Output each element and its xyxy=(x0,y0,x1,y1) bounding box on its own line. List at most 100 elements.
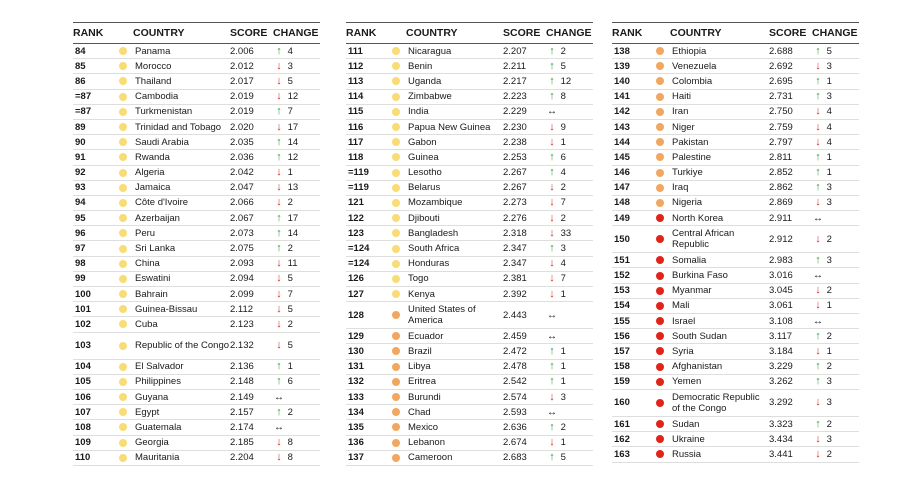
peace-level-dot-icon xyxy=(119,107,127,116)
peace-level-dot-icon xyxy=(119,423,127,432)
country-cell: Egypt xyxy=(133,404,230,421)
level-cell xyxy=(113,301,133,318)
level-cell xyxy=(113,240,133,257)
table-row: 84 Panama 2.006 ↑ 4 xyxy=(73,43,320,60)
country-cell: Honduras xyxy=(406,256,503,272)
arrow-up-icon: ↑ xyxy=(815,329,821,342)
change-value: 12 xyxy=(287,91,299,103)
rank-cell: 108 xyxy=(73,419,113,436)
rank-cell: 128 xyxy=(346,301,386,330)
level-cell xyxy=(650,446,670,463)
rank-cell: 144 xyxy=(612,134,650,151)
level-cell xyxy=(113,149,133,166)
change-value: 3 xyxy=(826,397,832,409)
table-row: 139 Venezuela 2.692 ↓ 3 xyxy=(612,58,859,75)
score-cell: 2.017 xyxy=(230,73,273,90)
rank-cell: 112 xyxy=(346,58,386,75)
peace-level-dot-icon xyxy=(656,214,664,223)
peace-level-dot-icon xyxy=(392,77,400,86)
table-row: 144 Pakistan 2.797 ↓ 4 xyxy=(612,134,859,151)
change-value: 3 xyxy=(826,182,832,194)
change-value: 4 xyxy=(560,167,566,179)
rank-cell: 137 xyxy=(346,450,386,466)
change-cell: ↑ 3 xyxy=(812,374,859,390)
peace-level-dot-icon xyxy=(656,256,664,265)
rank-cell: 84 xyxy=(73,43,113,60)
change-cell: ↓ 2 xyxy=(546,210,593,227)
rank-cell: 122 xyxy=(346,210,386,227)
change-value: 5 xyxy=(560,452,566,464)
peace-level-dot-icon xyxy=(656,92,664,101)
score-cell: 2.012 xyxy=(230,58,273,75)
level-cell xyxy=(386,43,406,60)
rank-cell: 103 xyxy=(73,332,113,360)
rank-cell: 132 xyxy=(346,374,386,390)
arrow-down-icon: ↓ xyxy=(276,120,282,133)
change-value: 1 xyxy=(826,151,832,163)
country-cell: North Korea xyxy=(670,210,769,227)
level-header xyxy=(650,22,670,44)
change-cell: ↓ 33 xyxy=(546,225,593,242)
change-cell: ↑ 2 xyxy=(812,416,859,433)
change-value: 1 xyxy=(560,136,566,148)
score-cell: 2.211 xyxy=(503,58,546,75)
country-cell: Belarus xyxy=(406,180,503,196)
table-row: 134 Chad 2.593 ↔ xyxy=(346,404,593,421)
score-cell: 2.267 xyxy=(503,180,546,196)
change-cell: ↓ 3 xyxy=(812,431,859,448)
score-cell: 2.674 xyxy=(503,435,546,451)
change-value: 2 xyxy=(560,212,566,224)
change-value: 1 xyxy=(287,167,293,179)
score-cell: 2.347 xyxy=(503,256,546,272)
change-cell: ↑ 1 xyxy=(812,73,859,90)
level-cell xyxy=(650,328,670,345)
peace-level-dot-icon xyxy=(392,92,400,101)
score-cell: 3.292 xyxy=(769,389,812,417)
country-cell: Libya xyxy=(406,359,503,375)
peace-level-dot-icon xyxy=(656,362,664,371)
table-row: 92 Algeria 2.042 ↓ 1 xyxy=(73,165,320,181)
score-cell: 2.066 xyxy=(230,195,273,212)
arrow-up-icon: ↑ xyxy=(276,44,282,57)
rank-cell: 118 xyxy=(346,149,386,166)
level-cell xyxy=(113,374,133,390)
level-cell xyxy=(113,316,133,333)
change-value: 12 xyxy=(560,75,572,87)
score-cell: 2.217 xyxy=(503,73,546,90)
score-cell: 3.184 xyxy=(769,343,812,360)
change-cell: ↓ 1 xyxy=(812,343,859,360)
level-cell xyxy=(386,435,406,451)
level-cell xyxy=(650,252,670,269)
table-row: 153 Myanmar 3.045 ↓ 2 xyxy=(612,283,859,299)
score-cell: 2.132 xyxy=(230,332,273,360)
country-cell: Uganda xyxy=(406,73,503,90)
rank-cell: 107 xyxy=(73,404,113,421)
rank-cell: 102 xyxy=(73,316,113,333)
level-cell xyxy=(113,58,133,75)
table-row: 89 Trinidad and Tobago 2.020 ↓ 17 xyxy=(73,119,320,136)
change-cell: ↑ 5 xyxy=(812,43,859,60)
score-cell: 2.075 xyxy=(230,240,273,257)
arrow-down-icon: ↓ xyxy=(276,302,282,315)
peace-level-dot-icon xyxy=(119,393,127,402)
change-cell: ↓ 3 xyxy=(812,389,859,417)
score-cell: 3.434 xyxy=(769,431,812,448)
score-cell: 2.695 xyxy=(769,73,812,90)
table-row: 109 Georgia 2.185 ↓ 8 xyxy=(73,435,320,451)
score-cell: 2.047 xyxy=(230,180,273,196)
change-cell: ↓ 2 xyxy=(812,283,859,299)
change-cell: ↑ 1 xyxy=(546,359,593,375)
rank-cell: 126 xyxy=(346,271,386,288)
peace-level-dot-icon xyxy=(656,138,664,147)
level-cell xyxy=(113,286,133,303)
table-row: 101 Guinea-Bissau 2.112 ↓ 5 xyxy=(73,301,320,318)
arrow-down-icon: ↓ xyxy=(815,299,821,312)
arrow-down-icon: ↓ xyxy=(276,181,282,194)
peace-level-dot-icon xyxy=(119,320,127,329)
change-value: 14 xyxy=(287,136,299,148)
arrow-up-icon: ↑ xyxy=(276,226,282,239)
peace-level-dot-icon xyxy=(119,229,127,238)
arrow-up-icon: ↑ xyxy=(276,360,282,373)
level-cell xyxy=(113,89,133,105)
level-cell xyxy=(113,180,133,196)
